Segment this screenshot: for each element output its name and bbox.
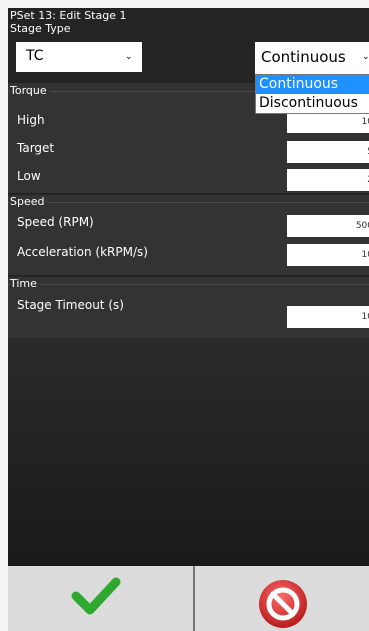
torque-title: Torque: [10, 84, 50, 97]
speed-section: Speed Speed (RPM) 500 Acceleration (kRPM…: [8, 195, 369, 275]
dropdown-option-discontinuous[interactable]: Discontinuous: [256, 94, 369, 113]
stage-timeout-input[interactable]: 10: [287, 306, 369, 328]
stage-timeout-label: Stage Timeout (s): [17, 298, 124, 312]
cancel-icon: [259, 580, 307, 628]
stage-mode-value: Continuous: [261, 48, 346, 66]
cancel-button[interactable]: [195, 566, 369, 631]
stage-mode-dropdown[interactable]: Continuous Discontinuous: [255, 74, 369, 114]
stage-mode-select[interactable]: Continuous ⌄: [255, 42, 369, 74]
stage-type-select[interactable]: TC ⌄: [16, 42, 142, 72]
torque-high-label: High: [17, 113, 45, 127]
chevron-down-icon: ⌄: [125, 52, 133, 62]
dropdown-option-continuous[interactable]: Continuous: [256, 75, 369, 94]
confirm-button[interactable]: [8, 566, 193, 631]
torque-low-input[interactable]: 2: [287, 169, 369, 191]
speed-rpm-label: Speed (RPM): [17, 215, 94, 229]
torque-high-input[interactable]: 10: [287, 111, 369, 133]
page-title: PSet 13: Edit Stage 1: [10, 9, 127, 22]
speed-title: Speed: [10, 195, 48, 208]
acceleration-input[interactable]: 10: [287, 244, 369, 266]
time-title: Time: [10, 277, 40, 290]
checkmark-icon: [71, 577, 121, 615]
time-section: Time Stage Timeout (s) 10: [8, 277, 369, 338]
stage-type-value: TC: [26, 48, 44, 64]
torque-target-label: Target: [17, 141, 55, 155]
speed-rpm-input[interactable]: 500: [287, 215, 369, 237]
acceleration-label: Acceleration (kRPM/s): [17, 245, 148, 259]
torque-low-label: Low: [17, 169, 41, 183]
footer-bar: [8, 566, 369, 631]
stage-type-label: Stage Type: [10, 22, 71, 35]
torque-target-input[interactable]: 5: [287, 141, 369, 163]
panel-empty-area: [8, 338, 369, 566]
chevron-down-icon: ⌄: [362, 52, 369, 62]
